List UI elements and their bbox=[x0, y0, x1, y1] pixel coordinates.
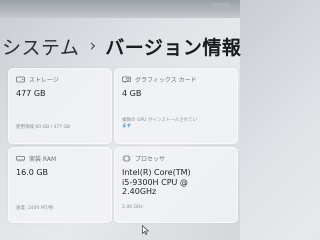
window-edge-detail bbox=[212, 3, 230, 11]
processor-card[interactable]: プロセッサ Intel(R) Core(TM) i5-9300H CPU @ 2… bbox=[114, 147, 238, 223]
gpu-multi-note: 複数の GPU がインストールされてい bbox=[122, 118, 198, 123]
gpu-card-header: グラフィックス カード bbox=[122, 75, 197, 84]
graphics-card-icon bbox=[122, 76, 131, 83]
storage-card[interactable]: ストレージ 477 GB 使用領域 60 GB / 477 GB bbox=[8, 68, 112, 144]
storage-card-header: ストレージ bbox=[16, 75, 59, 84]
breadcrumb: システム › バージョン情報 bbox=[2, 30, 241, 62]
processor-chip-icon bbox=[122, 155, 131, 162]
storage-value: 477 GB bbox=[16, 89, 46, 98]
cpu-model-line: 2.40GHz bbox=[122, 187, 157, 196]
gpu-title: グラフィックス カード bbox=[135, 77, 197, 84]
ram-card[interactable]: 実装 RAM 16.0 GB 速度: 2400 MT/秒 bbox=[8, 147, 112, 223]
cpu-speed: 2.40 GHz bbox=[122, 205, 143, 210]
chevron-right-icon: › bbox=[89, 36, 97, 56]
page-title: バージョン情報 bbox=[105, 36, 242, 59]
cpu-model-line: i5-9300H CPU @ bbox=[122, 177, 188, 187]
gpu-value: 4 GB bbox=[122, 89, 142, 98]
storage-usage: 使用領域 60 GB / 477 GB bbox=[16, 125, 71, 130]
memory-ram-icon bbox=[16, 155, 25, 162]
ram-speed: 速度: 2400 MT/秒 bbox=[16, 206, 54, 211]
ram-value: 16.0 GB bbox=[16, 168, 49, 177]
cpu-model: Intel(R) Core(TM) i5-9300H CPU @ 2.40GHz bbox=[122, 168, 191, 197]
cpu-card-header: プロセッサ bbox=[122, 154, 165, 163]
ram-card-header: 実装 RAM bbox=[16, 154, 56, 163]
mouse-pointer-icon bbox=[142, 220, 150, 235]
cpu-model-line: Intel(R) Core(TM) bbox=[122, 168, 191, 177]
ram-title: 実装 RAM bbox=[29, 156, 57, 163]
storage-drive-icon bbox=[16, 76, 25, 83]
storage-title: ストレージ bbox=[29, 77, 59, 84]
cpu-title: プロセッサ bbox=[135, 156, 166, 163]
breadcrumb-parent-system[interactable]: システム bbox=[2, 33, 79, 60]
graphics-card-card[interactable]: グラフィックス カード 4 GB 複数の GPU がインストールされてい ます bbox=[114, 68, 238, 144]
top-window-edge bbox=[0, 0, 240, 18]
gpu-more-link[interactable]: ます bbox=[122, 123, 131, 129]
